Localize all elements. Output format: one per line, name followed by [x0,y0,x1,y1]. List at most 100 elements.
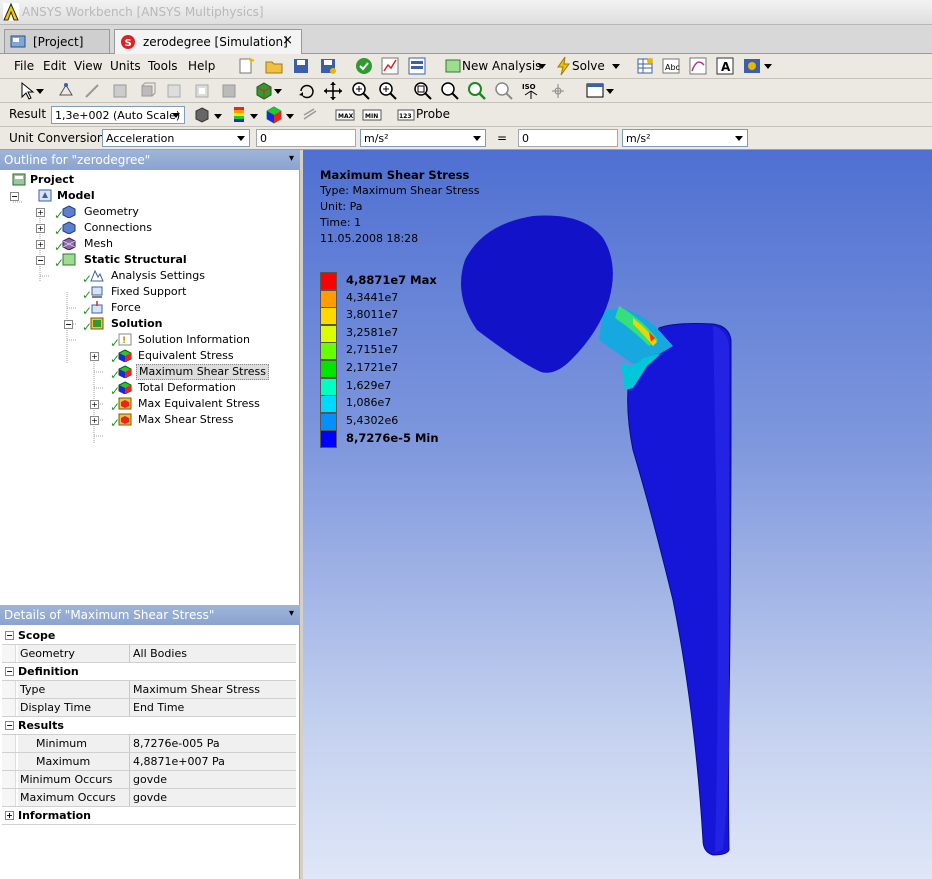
contour-bands-icon[interactable] [230,105,250,125]
tree-item-label: Total Deformation [138,381,236,394]
new-icon[interactable] [236,56,256,76]
tab-project[interactable]: [Project] [4,29,110,53]
open-folder-icon[interactable] [264,56,284,76]
details-row-maximum[interactable]: Maximum 4,8871e+007 Pa [2,753,296,771]
graphics-viewport[interactable]: Maximum Shear Stress Type: Maximum Shear… [303,150,932,879]
hide-body-icon[interactable] [219,81,239,101]
unit-value-left-input[interactable]: 0 [256,129,356,147]
save-as-icon[interactable] [318,56,338,76]
zoom-to-fit-icon[interactable] [413,81,433,101]
details-row-display-time[interactable]: Display Time End Time [2,699,296,717]
menu-units[interactable]: Units [110,59,141,73]
contour-dropdown-icon[interactable] [250,114,258,119]
details-row-minimum[interactable]: Minimum 8,7276e-005 Pa [2,735,296,753]
edges-display-icon[interactable] [264,105,284,125]
vector-display-icon[interactable] [301,105,321,125]
menu-tools[interactable]: Tools [148,59,178,73]
collapse-icon[interactable]: − [5,631,14,640]
details-key: Minimum Occurs On [18,771,130,803]
view-settings-icon[interactable] [548,81,568,101]
expand-icon[interactable]: + [36,224,45,233]
geometry-display-icon[interactable] [192,105,212,125]
select-vertex-icon[interactable] [56,81,76,101]
zoom-region-icon[interactable] [467,81,487,101]
pan-icon[interactable] [323,81,343,101]
details-value[interactable]: End Time [130,699,296,716]
menu-view[interactable]: View [74,59,102,73]
display-mode-dropdown-icon[interactable] [274,89,282,94]
unit-right-select[interactable]: m/s² [622,129,748,147]
insert-text-label-icon[interactable]: Abc [661,56,681,76]
collapse-icon[interactable]: − [36,256,45,265]
result-scale-select[interactable]: 1,3e+002 (Auto Scale) [51,106,185,124]
details-section-definition[interactable]: − Definition [2,663,296,681]
show-max-label: MAX [338,113,354,120]
select-mode-dropdown-icon[interactable] [36,89,44,94]
close-tab-icon[interactable]: × [282,33,293,48]
insert-table-icon[interactable] [635,56,655,76]
chart-icon[interactable] [380,56,400,76]
collapse-icon[interactable]: − [5,667,14,676]
expand-icon[interactable]: + [90,352,99,361]
tab-simulation[interactable]: S zerodegree [Simulation] × [114,29,302,54]
image-dropdown-icon[interactable] [764,64,772,69]
save-icon[interactable] [291,56,311,76]
new-analysis-button[interactable]: New Analysis [462,59,541,73]
extend-selection-icon[interactable] [164,81,184,101]
show-max-icon[interactable]: MAX [335,106,355,124]
details-row-geometry[interactable]: Geometry All Bodies [2,645,296,663]
zoom-previous-icon[interactable] [494,81,514,101]
worksheet-icon[interactable] [407,56,427,76]
collapse-icon[interactable]: − [64,320,73,329]
pin-icon[interactable]: ▾ [289,608,294,619]
image-icon[interactable] [742,56,762,76]
edges-dropdown-icon[interactable] [286,114,294,119]
select-edge-icon[interactable] [82,81,102,101]
select-pointer-icon[interactable] [18,81,38,101]
zoom-icon[interactable] [351,81,371,101]
expand-icon[interactable]: + [90,400,99,409]
menu-edit[interactable]: Edit [43,59,66,73]
expand-icon[interactable]: + [5,811,14,820]
details-row-type[interactable]: Type Maximum Shear Stress [2,681,296,699]
geometry-display-dropdown-icon[interactable] [214,114,222,119]
iso-view-icon[interactable]: ISO [521,81,541,101]
hip-implant-model[interactable] [303,150,932,879]
collapse-icon[interactable]: − [5,721,14,730]
details-value[interactable]: Maximum Shear Stress [130,681,296,698]
probe-button[interactable]: Probe [416,107,450,121]
solve-button[interactable]: Solve [572,59,605,73]
show-min-icon[interactable]: MIN [362,106,382,124]
details-section-information[interactable]: + Information [2,807,296,825]
select-all-icon[interactable] [192,81,212,101]
viewport-layout-dropdown-icon[interactable] [606,89,614,94]
details-section-results[interactable]: − Results [2,717,296,735]
expand-icon[interactable]: + [90,416,99,425]
select-face-icon[interactable] [110,81,130,101]
tab-project-label: [Project] [33,34,84,49]
menu-file[interactable]: File [14,59,34,73]
solve-dropdown-icon[interactable] [612,64,620,69]
new-analysis-dropdown-icon[interactable] [538,64,546,69]
model-icon [38,189,52,202]
details-section-scope[interactable]: − Scope [2,627,296,645]
insert-chart-icon[interactable] [688,56,708,76]
select-body-icon[interactable] [137,81,157,101]
rotate-icon[interactable] [297,81,317,101]
unit-value-right-input[interactable]: 0 [518,129,618,147]
unit-left-select[interactable]: m/s² [360,129,486,147]
insert-annotation-icon[interactable]: A [715,56,735,76]
viewport-layout-icon[interactable] [585,81,605,101]
collapse-icon[interactable]: − [10,192,19,201]
check-mesh-icon[interactable] [354,56,374,76]
display-mode-icon[interactable] [254,81,274,101]
menu-help[interactable]: Help [188,59,215,73]
details-value[interactable]: All Bodies [130,645,296,662]
pin-icon[interactable]: ▾ [289,153,294,164]
magnifier-icon[interactable] [440,81,460,101]
ansys-logo-icon [3,2,19,21]
expand-icon[interactable]: + [36,208,45,217]
box-zoom-icon[interactable] [378,81,398,101]
expand-icon[interactable]: + [36,240,45,249]
unit-quantity-select[interactable]: Acceleration [102,129,250,147]
